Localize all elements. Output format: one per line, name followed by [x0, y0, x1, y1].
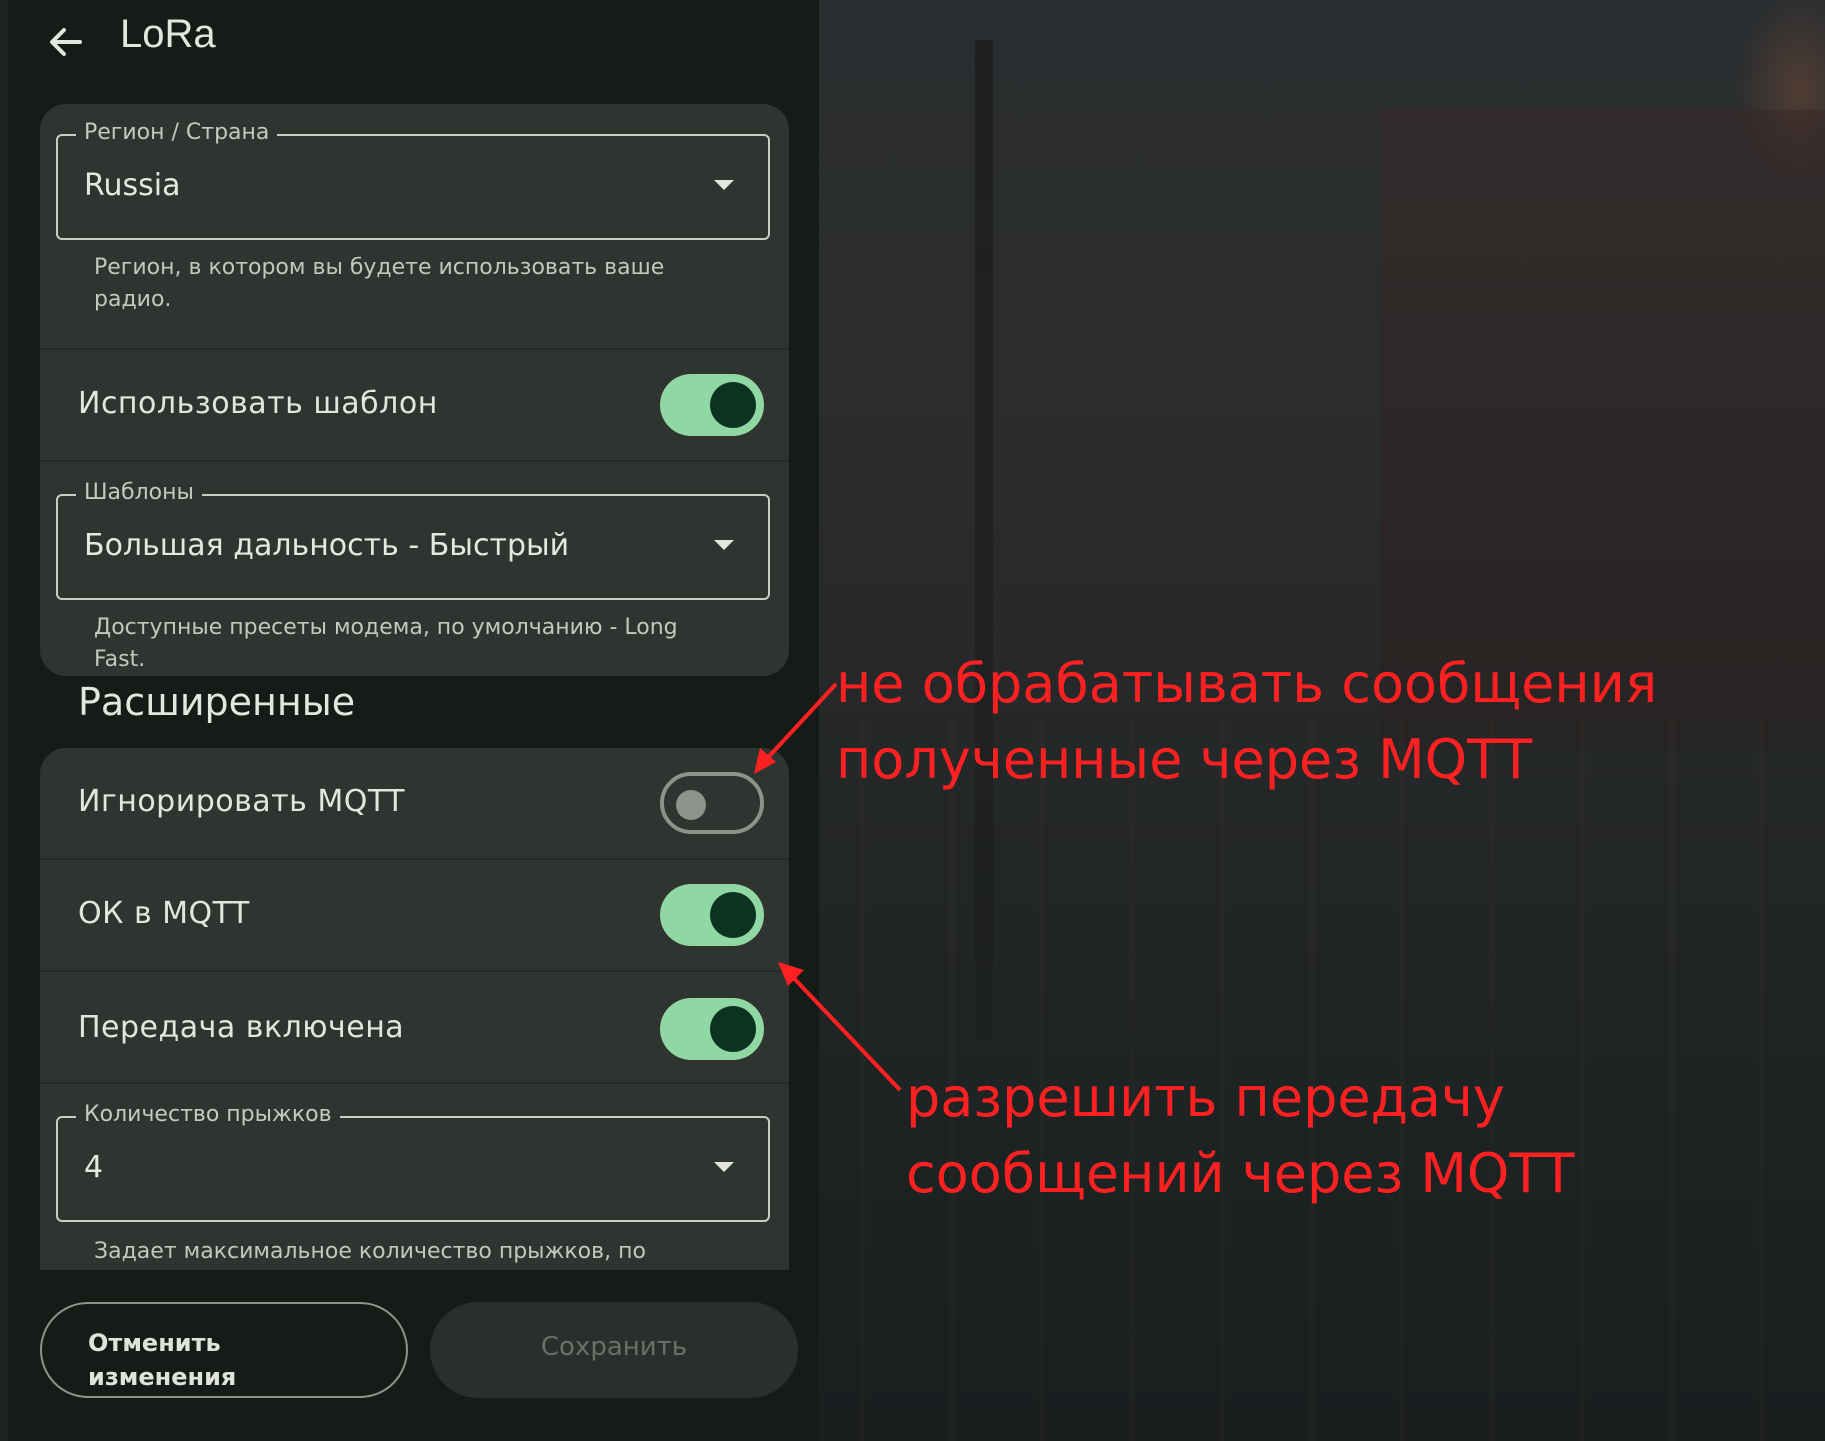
lora-settings-screen: LoRa Регион / Страна Russia Регион, в ко…	[8, 0, 819, 1441]
hop-limit-dropdown[interactable]: Количество прыжков 4	[56, 1102, 770, 1222]
ignore-mqtt-annotation: не обрабатывать сообщения полученные чер…	[836, 652, 1658, 791]
divider	[40, 460, 789, 462]
dropdown-arrow-icon	[714, 1162, 734, 1172]
tx-enabled-switch[interactable]	[660, 998, 764, 1060]
cancel-changes-button[interactable]: Отменить изменения	[40, 1302, 408, 1398]
switch-knob	[676, 790, 706, 820]
tx-enabled-label: Передача включена	[78, 1010, 405, 1045]
save-button-label: Сохранить	[540, 1332, 688, 1362]
presets-value: Большая дальность - Быстрый	[84, 528, 570, 563]
cancel-button-label: Отменить изменения	[88, 1329, 237, 1391]
divider	[40, 348, 789, 350]
back-arrow-icon[interactable]	[46, 22, 86, 62]
presets-helper-text: Доступные пресеты модема, по умолчанию -…	[94, 615, 678, 672]
dropdown-arrow-icon	[714, 180, 734, 190]
region-dropdown[interactable]: Регион / Страна Russia	[56, 120, 770, 240]
hop-limit-value: 4	[84, 1150, 104, 1185]
hop-limit-label: Количество прыжков	[76, 1102, 340, 1127]
region-value: Russia	[84, 168, 181, 203]
presets-label: Шаблоны	[76, 480, 202, 505]
ignore-mqtt-label: Игнорировать MQTT	[78, 784, 405, 819]
divider	[40, 858, 789, 860]
ok-to-mqtt-annotation: разрешить передачу сообщений через MQTT	[906, 1066, 1575, 1205]
ignore-mqtt-switch[interactable]	[660, 772, 764, 834]
region-label: Регион / Страна	[76, 120, 278, 145]
use-preset-label: Использовать шаблон	[78, 386, 438, 421]
dropdown-arrow-icon	[714, 540, 734, 550]
switch-knob	[710, 892, 756, 938]
divider	[40, 1082, 789, 1084]
switch-knob	[710, 382, 756, 428]
region-helper-text: Регион, в котором вы будете использовать…	[94, 255, 665, 312]
ok-to-mqtt-label: ОК в MQTT	[78, 896, 250, 931]
top-app-bar: LoRa	[8, 0, 819, 90]
switch-knob	[710, 1006, 756, 1052]
ok-to-mqtt-switch[interactable]	[660, 884, 764, 946]
page-title: LoRa	[120, 12, 216, 56]
divider	[40, 970, 789, 972]
presets-dropdown[interactable]: Шаблоны Большая дальность - Быстрый	[56, 480, 770, 600]
advanced-section-title: Расширенные	[78, 680, 356, 724]
hop-limit-helper-text: Задает максимальное количество прыжков, …	[94, 1239, 646, 1264]
save-button[interactable]: Сохранить	[430, 1302, 798, 1398]
use-preset-switch[interactable]	[660, 374, 764, 436]
